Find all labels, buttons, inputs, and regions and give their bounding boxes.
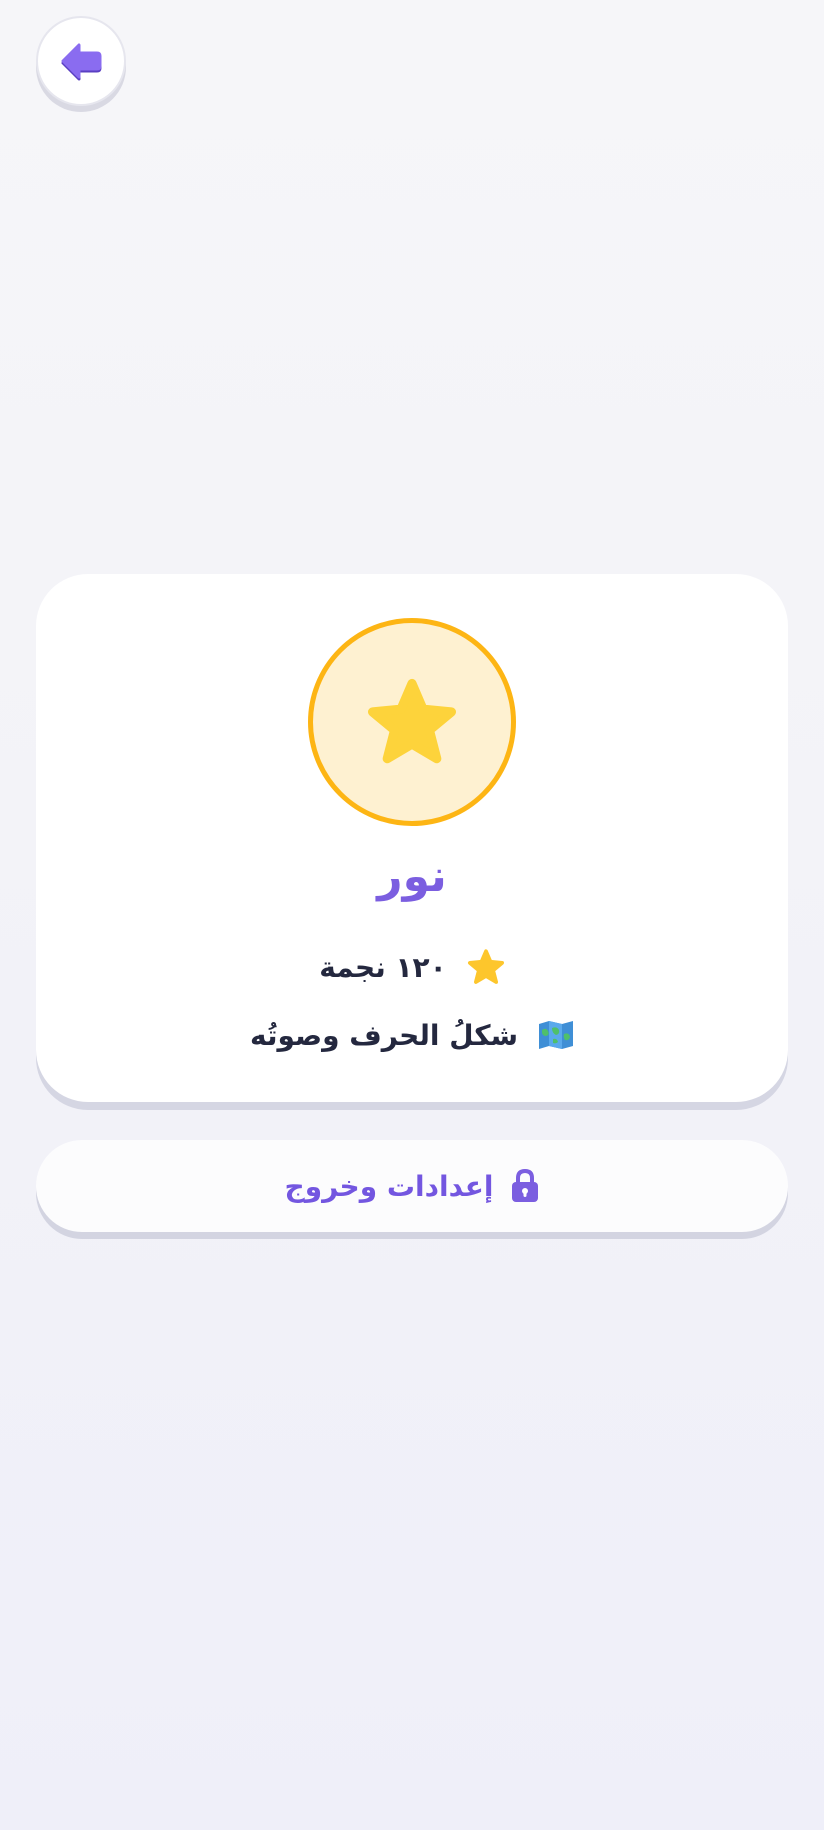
level-text: شكلُ الحرف وصوتُه	[249, 1018, 519, 1052]
arrow-left-icon	[59, 41, 103, 81]
settings-logout-label: إعدادات وخروج	[284, 1169, 494, 1203]
map-icon	[538, 1020, 574, 1050]
player-name: نور	[377, 851, 447, 902]
avatar	[308, 618, 516, 826]
star-icon	[467, 949, 505, 985]
current-level: شكلُ الحرف وصوتُه	[36, 1012, 788, 1058]
back-button[interactable]	[36, 16, 126, 106]
stars-count: ١٢٠ نجمة	[36, 944, 788, 990]
lock-icon	[511, 1169, 539, 1203]
stars-text: ١٢٠ نجمة	[319, 950, 447, 984]
settings-logout-button[interactable]: إعدادات وخروج	[36, 1140, 788, 1232]
profile-card: نور ١٢٠ نجمة شكلُ الحرف وصوتُه	[36, 574, 788, 1102]
star-icon	[366, 678, 458, 766]
